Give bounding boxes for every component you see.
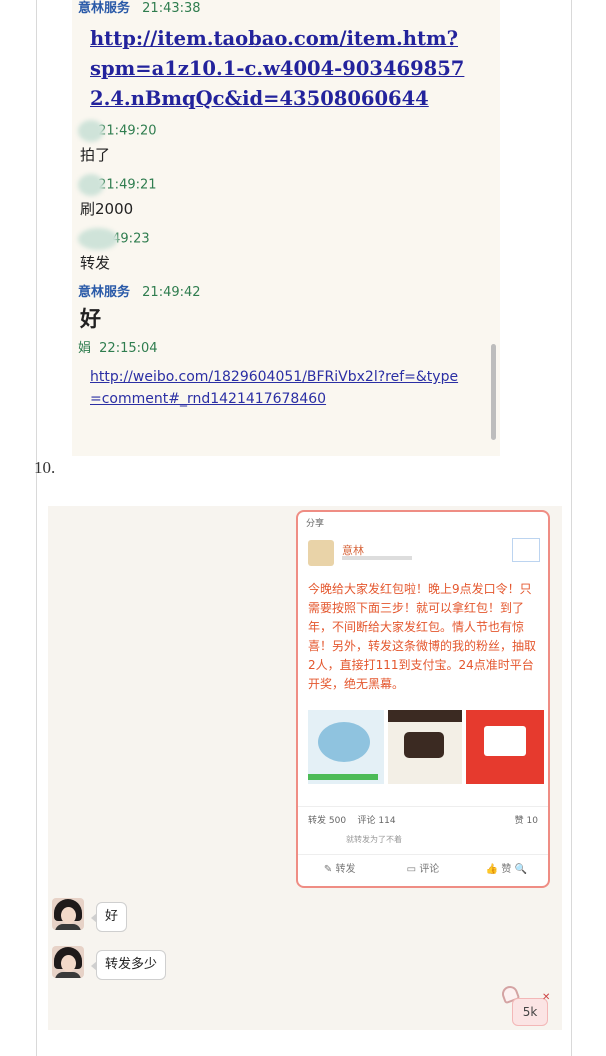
message-meta: 娟 22:15:04 (78, 338, 488, 360)
post-stats: 转发 500 评论 114 赞 10 (298, 806, 548, 830)
post-image[interactable] (466, 710, 544, 784)
like-button[interactable]: 👍 赞 🔍 (465, 855, 548, 884)
message-meta: 21:49:21 (78, 174, 488, 196)
forward-label: 转发 (335, 864, 356, 875)
avatar-shirt (55, 924, 81, 930)
chat-log-window: 意林服务 21:43:38 http://item.taobao.com/ite… (72, 0, 500, 456)
forward-button[interactable]: ✎ 转发 (298, 855, 381, 884)
message-time: 22:15:04 (99, 341, 158, 356)
stat-forward: 转发 500 (308, 816, 347, 826)
avatar[interactable] (52, 898, 84, 930)
chat-log-content: 意林服务 21:43:38 http://item.taobao.com/ite… (78, 0, 488, 410)
poster-subtitle (342, 556, 412, 560)
avatar-shirt (55, 972, 81, 978)
comment-button[interactable]: ▭ 评论 (381, 855, 464, 884)
message-meta: 意林服务 21:43:38 (78, 0, 488, 20)
message-meta: 21:49:20 (78, 120, 488, 142)
search-icon[interactable]: 🔍 (515, 864, 527, 875)
message-time: 21:49:20 (98, 123, 157, 139)
comment-icon: ▭ (406, 864, 417, 875)
screenshot-page: 意林服务 21:43:38 http://item.taobao.com/ite… (0, 0, 606, 1056)
chat-log-scrollbar[interactable] (491, 344, 496, 440)
divider-right (571, 0, 572, 1056)
post-actions: ✎ 转发 ▭ 评论 👍 赞 🔍 (298, 854, 548, 884)
message-meta: 意林服务 21:49:42 (78, 282, 488, 304)
avatar-face (61, 907, 76, 924)
chat-bubble: 好 (90, 902, 128, 932)
blurred-sender (78, 120, 104, 142)
message-time: 21:49:42 (142, 285, 201, 300)
comment-preview: 就转发为了不着 (346, 835, 402, 844)
post-text: 今晚给大家发红包啦！晚上9点发口令！只需要按照下面三步！就可以拿红包！到了年，不… (308, 582, 537, 691)
chat-bubble: 转发多少 (90, 950, 167, 980)
section-number: 10. (34, 458, 56, 477)
weibo-link[interactable]: http://weibo.com/1829604051/BFRiVbx2l?re… (90, 366, 460, 410)
forward-icon: ✎ (323, 864, 333, 875)
thumbs-up-icon: 👍 (485, 864, 499, 875)
post-image[interactable] (388, 710, 462, 784)
stat-comment: 评论 114 (357, 816, 396, 826)
poster-avatar (308, 540, 334, 566)
message-text: 转发 (80, 254, 111, 272)
stat-like: 赞 10 (514, 816, 538, 826)
sender-name: 意林服务 (78, 285, 131, 300)
divider-left (36, 0, 37, 1056)
like-label: 赞 (501, 864, 512, 875)
message-time: 21:49:21 (98, 177, 157, 193)
blurred-sender (78, 174, 104, 196)
card-header: 意林 (298, 530, 548, 576)
card-top-label: 分享 (306, 519, 325, 529)
close-icon[interactable]: ✕ (542, 992, 550, 1003)
sender-name: 娟 (78, 341, 92, 356)
avatar-face (61, 955, 76, 972)
message-text: 好 (80, 307, 101, 331)
weibo-share-card[interactable]: 分享 意林 今晚给大家发红包啦！晚上9点发口令！只需要按照下面三步！就可以拿红包… (296, 510, 550, 888)
comment-label: 评论 (419, 864, 440, 875)
blurred-sender (78, 228, 118, 250)
message-meta: 49:23 (78, 228, 488, 250)
follow-badge-icon[interactable] (512, 538, 540, 562)
avatar[interactable] (52, 946, 84, 978)
taobao-link[interactable]: http://item.taobao.com/item.htm?spm=a1z1… (90, 24, 466, 114)
green-bar (308, 774, 378, 780)
message-time: 21:43:38 (142, 1, 201, 16)
message-text: 刷2000 (80, 200, 134, 218)
sender-name: 意林服务 (78, 1, 131, 16)
post-images (304, 710, 544, 796)
message-text: 拍了 (80, 146, 111, 164)
chat-panel: 分享 意林 今晚给大家发红包啦！晚上9点发口令！只需要按照下面三步！就可以拿红包… (48, 506, 562, 1030)
post-image[interactable] (308, 710, 384, 784)
